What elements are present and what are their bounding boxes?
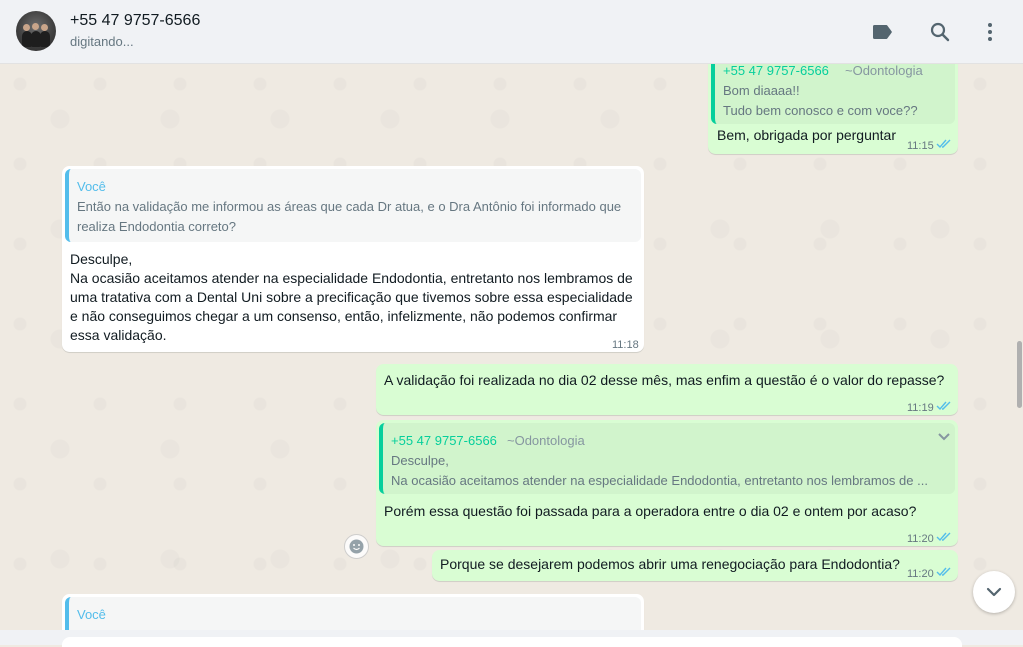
quote-text: Então na validação me informou as áreas … bbox=[77, 199, 622, 234]
chat-header: +55 47 9757-6566 digitando... bbox=[0, 0, 1023, 64]
message-text: A validação foi realizada no dia 02 dess… bbox=[384, 372, 945, 388]
read-ticks-icon bbox=[936, 401, 951, 411]
message-time: 11:20 bbox=[907, 533, 934, 545]
message-text: Porém essa questão foi passada para a op… bbox=[384, 503, 917, 519]
message-bubble-outgoing[interactable]: +55 47 9757-6566 ~Odontologia Desculpe, … bbox=[376, 420, 958, 546]
message-time: 11:20 bbox=[907, 568, 934, 580]
message-text: Desculpe, Na ocasião aceitamos atender n… bbox=[70, 251, 633, 343]
message-input[interactable] bbox=[62, 637, 962, 647]
quote-author: Você bbox=[77, 607, 106, 622]
reaction-button[interactable] bbox=[344, 534, 369, 559]
quote-text: Bom diaaaa!! Tudo bem conosco e com voce… bbox=[723, 83, 918, 118]
message-bubble-outgoing[interactable]: +55 47 9757-6566 ~Odontologia Bom diaaaa… bbox=[708, 64, 958, 154]
message-bubble-outgoing[interactable]: Porque se desejarem podemos abrir uma re… bbox=[432, 550, 958, 581]
contact-name[interactable]: +55 47 9757-6566 bbox=[70, 12, 200, 30]
avatar-face bbox=[32, 23, 39, 30]
label-icon[interactable] bbox=[870, 20, 894, 44]
message-bubble-outgoing[interactable]: A validação foi realizada no dia 02 dess… bbox=[376, 364, 958, 415]
quoted-message[interactable]: +55 47 9757-6566 ~Odontologia Bom diaaaa… bbox=[711, 64, 955, 124]
quoted-message[interactable]: +55 47 9757-6566 ~Odontologia Desculpe, … bbox=[379, 423, 955, 494]
read-ticks-icon bbox=[936, 139, 951, 149]
read-ticks-icon bbox=[936, 532, 951, 542]
message-text: Porque se desejarem podemos abrir uma re… bbox=[440, 556, 900, 572]
quote-group: ~Odontologia bbox=[845, 64, 923, 78]
message-list[interactable]: +55 47 9757-6566 ~Odontologia Bom diaaaa… bbox=[0, 64, 1023, 630]
smiley-icon bbox=[349, 539, 364, 554]
quote-author: +55 47 9757-6566 bbox=[723, 64, 829, 78]
quote-group: ~Odontologia bbox=[507, 433, 585, 448]
avatar-face bbox=[41, 24, 48, 31]
quoted-message[interactable]: Você Então na validação me informou as á… bbox=[65, 169, 641, 242]
scroll-to-bottom-button[interactable] bbox=[973, 571, 1015, 613]
quote-author: +55 47 9757-6566 bbox=[391, 433, 497, 448]
message-bubble-incoming[interactable]: Você Então na validação me informou as á… bbox=[62, 166, 644, 352]
quote-author: Você bbox=[77, 179, 106, 194]
message-text: Bem, obrigada por perguntar bbox=[717, 127, 896, 143]
quoted-message[interactable]: Você bbox=[65, 597, 641, 630]
read-ticks-icon bbox=[936, 567, 951, 577]
avatar-face bbox=[23, 24, 30, 31]
chevron-down-icon bbox=[986, 587, 1002, 597]
menu-icon[interactable] bbox=[978, 20, 1002, 44]
message-time: 11:15 bbox=[907, 140, 934, 152]
message-bubble-incoming[interactable]: Você bbox=[62, 594, 644, 630]
message-time: 11:19 bbox=[907, 402, 934, 414]
quote-text: Desculpe, Na ocasião aceitamos atender n… bbox=[391, 453, 928, 488]
chevron-down-icon[interactable] bbox=[936, 429, 952, 445]
scrollbar-thumb[interactable] bbox=[1017, 341, 1022, 408]
typing-status: digitando... bbox=[70, 34, 134, 49]
avatar-figure bbox=[40, 31, 50, 47]
message-time: 11:18 bbox=[612, 339, 639, 351]
contact-avatar[interactable] bbox=[16, 11, 56, 51]
search-icon[interactable] bbox=[928, 20, 952, 44]
